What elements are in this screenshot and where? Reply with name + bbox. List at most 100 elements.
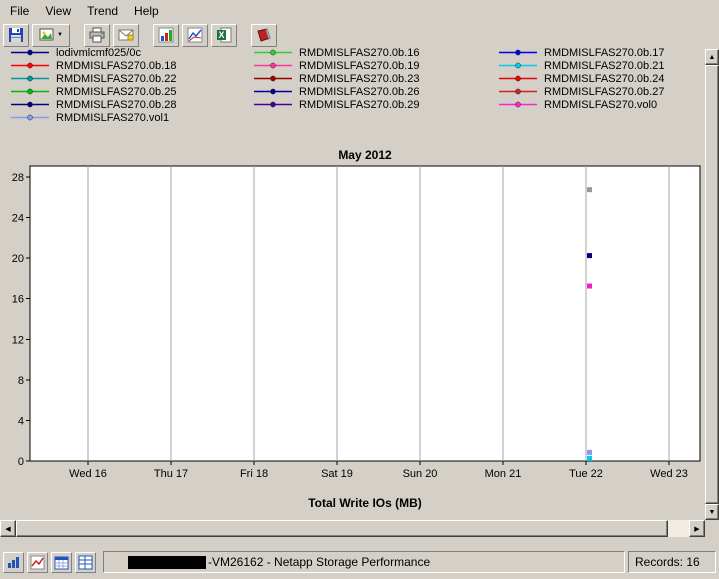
legend-item: RMDMISLFAS270.0b.17 xyxy=(498,46,664,59)
legend-item: RMDMISLFAS270.0b.18 xyxy=(10,59,253,72)
bar-chart-icon xyxy=(6,555,21,570)
series-line-icon xyxy=(10,100,50,109)
bar-chart-view-button[interactable] xyxy=(153,24,179,47)
email-icon xyxy=(118,27,134,43)
line-chart-view-icon xyxy=(187,27,203,43)
scroll-up-button[interactable]: ▲ xyxy=(705,49,719,65)
export-icon xyxy=(39,27,55,43)
series-line-icon xyxy=(253,48,293,57)
menu-file[interactable]: File xyxy=(2,1,37,21)
status-bar-chart-button[interactable] xyxy=(3,552,24,573)
email-button[interactable] xyxy=(113,24,139,47)
performance-chart: Wed 16Thu 17Fri 18Sat 19Sun 20Mon 21Tue … xyxy=(0,148,706,516)
line-chart-icon xyxy=(30,555,45,570)
svg-text:0: 0 xyxy=(18,456,24,468)
series-label: RMDMISLFAS270.0b.16 xyxy=(299,47,419,59)
series-line-icon xyxy=(10,74,50,83)
series-label: lodivmlcmf025/0c xyxy=(56,47,141,59)
svg-text:X: X xyxy=(218,30,224,40)
svg-text:Wed 23: Wed 23 xyxy=(650,468,688,480)
series-label: RMDMISLFAS270.0b.27 xyxy=(544,86,664,98)
vertical-scrollbar[interactable]: ▲ ▼ xyxy=(705,49,719,520)
legend-item: RMDMISLFAS270.0b.23 xyxy=(253,72,498,85)
svg-text:16: 16 xyxy=(12,294,24,306)
status-table-button[interactable] xyxy=(75,552,96,573)
legend-item: lodivmlcmf025/0c xyxy=(10,46,253,59)
horizontal-scrollbar[interactable]: ◀ ▶ xyxy=(0,520,705,537)
svg-text:May 2012: May 2012 xyxy=(338,148,392,162)
line-chart-view-button[interactable] xyxy=(182,24,208,47)
svg-text:Sat 19: Sat 19 xyxy=(321,468,353,480)
scroll-down-button[interactable]: ▼ xyxy=(705,504,719,520)
menu-trend[interactable]: Trend xyxy=(79,1,126,21)
series-label: RMDMISLFAS270.0b.23 xyxy=(299,73,419,85)
series-line-icon xyxy=(10,48,50,57)
series-line-icon xyxy=(498,48,538,57)
svg-text:Fri 18: Fri 18 xyxy=(240,468,268,480)
series-line-icon xyxy=(10,61,50,70)
scroll-right-button[interactable]: ▶ xyxy=(689,520,705,537)
svg-text:4: 4 xyxy=(18,415,24,427)
menu-help[interactable]: Help xyxy=(126,1,167,21)
series-label: RMDMISLFAS270.0b.29 xyxy=(299,99,419,111)
legend-item: RMDMISLFAS270.0b.16 xyxy=(253,46,498,59)
series-line-icon xyxy=(10,87,50,96)
vertical-scroll-thumb[interactable] xyxy=(705,65,719,504)
export-button[interactable]: ▼ xyxy=(32,24,70,47)
chevron-down-icon: ▼ xyxy=(57,32,63,38)
series-line-icon xyxy=(498,87,538,96)
series-line-icon xyxy=(498,74,538,83)
help-book-icon xyxy=(256,27,272,43)
series-label: RMDMISLFAS270.vol0 xyxy=(544,99,657,111)
series-line-icon xyxy=(253,87,293,96)
scroll-left-button[interactable]: ◀ xyxy=(0,520,16,537)
series-label: RMDMISLFAS270.0b.28 xyxy=(56,99,176,111)
legend-item: RMDMISLFAS270.0b.29 xyxy=(253,98,498,111)
series-line-icon xyxy=(498,100,538,109)
svg-text:Wed 16: Wed 16 xyxy=(69,468,107,480)
series-line-icon xyxy=(253,61,293,70)
svg-text:Total Write IOs (MB): Total Write IOs (MB) xyxy=(308,496,422,510)
legend-item: RMDMISLFAS270.vol0 xyxy=(498,98,664,111)
status-message-panel: -VM26162 - Netapp Storage Performance xyxy=(103,551,625,573)
print-button[interactable] xyxy=(84,24,110,47)
records-label: Records: 16 xyxy=(635,555,700,569)
series-line-icon xyxy=(498,61,538,70)
svg-text:12: 12 xyxy=(12,334,24,346)
legend-item: RMDMISLFAS270.vol1 xyxy=(10,111,253,124)
print-icon xyxy=(89,27,105,43)
svg-text:Mon 21: Mon 21 xyxy=(485,468,522,480)
status-calendar-button[interactable] xyxy=(51,552,72,573)
horizontal-scroll-thumb[interactable] xyxy=(16,520,668,537)
menu-bar: File View Trend Help xyxy=(0,0,719,21)
svg-text:Sun 20: Sun 20 xyxy=(403,468,438,480)
series-line-icon xyxy=(253,100,293,109)
help-book-button[interactable] xyxy=(251,24,277,47)
legend-item: RMDMISLFAS270.0b.19 xyxy=(253,59,498,72)
svg-text:Thu 17: Thu 17 xyxy=(154,468,188,480)
legend-item: RMDMISLFAS270.0b.26 xyxy=(253,85,498,98)
series-label: RMDMISLFAS270.vol1 xyxy=(56,112,169,124)
menu-view[interactable]: View xyxy=(37,1,79,21)
legend-item: RMDMISLFAS270.0b.22 xyxy=(10,72,253,85)
status-message: -VM26162 - Netapp Storage Performance xyxy=(208,555,430,569)
legend-item: RMDMISLFAS270.0b.21 xyxy=(498,59,664,72)
svg-text:28: 28 xyxy=(12,172,24,184)
save-button[interactable] xyxy=(3,24,29,47)
table-icon xyxy=(78,555,93,570)
svg-text:8: 8 xyxy=(18,375,24,387)
toolbar: ▼ xyxy=(0,21,719,49)
excel-export-icon: X xyxy=(216,27,232,43)
series-label: RMDMISLFAS270.0b.19 xyxy=(299,60,419,72)
status-bar: -VM26162 - Netapp Storage Performance Re… xyxy=(0,545,719,579)
legend: lodivmlcmf025/0cRMDMISLFAS270.0b.18RMDMI… xyxy=(10,46,703,124)
series-label: RMDMISLFAS270.0b.17 xyxy=(544,47,664,59)
calendar-icon xyxy=(54,555,69,570)
legend-item: RMDMISLFAS270.0b.28 xyxy=(10,98,253,111)
status-line-chart-button[interactable] xyxy=(27,552,48,573)
series-label: RMDMISLFAS270.0b.21 xyxy=(544,60,664,72)
excel-export-button[interactable]: X xyxy=(211,24,237,47)
legend-item: RMDMISLFAS270.0b.25 xyxy=(10,85,253,98)
series-label: RMDMISLFAS270.0b.26 xyxy=(299,86,419,98)
redacted-text-block xyxy=(128,556,206,569)
